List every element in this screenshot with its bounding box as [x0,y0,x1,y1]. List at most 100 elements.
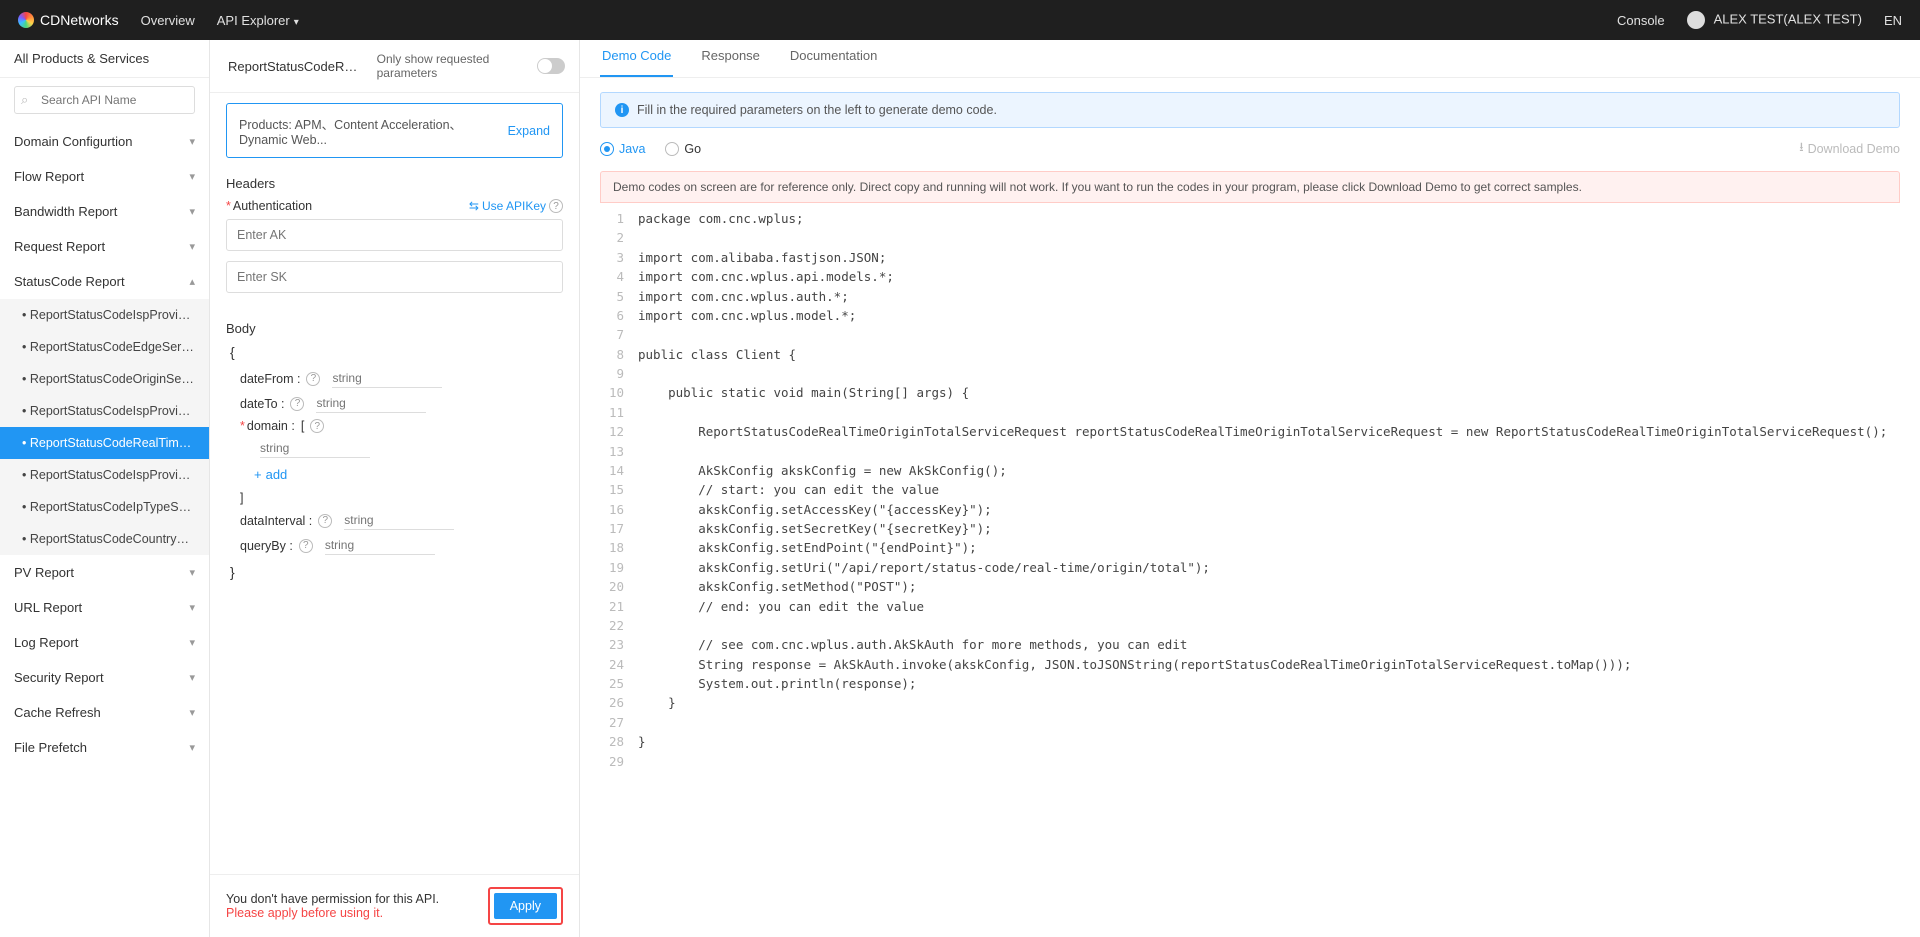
field-dateto: dateTo : ? [230,391,563,416]
field-domain: domain : [ ? [230,416,563,436]
nav-console[interactable]: Console [1617,13,1665,28]
code-editor[interactable]: 1package com.cnc.wplus;23import com.alib… [600,203,1900,791]
param-header: ReportStatusCodeRealTi... Only show requ… [210,40,579,93]
help-icon[interactable]: ? [299,539,313,553]
line-number: 25 [600,674,638,693]
user-menu[interactable]: ALEX TEST(ALEX TEST) [1687,11,1862,29]
help-icon[interactable]: ? [318,514,332,528]
tab-response[interactable]: Response [699,40,762,77]
search-icon: ⌕ [21,92,28,108]
sidebar-item[interactable]: • ReportStatusCodeEdgeServ... [0,331,209,363]
help-icon[interactable]: ? [290,397,304,411]
field-datefrom: dateFrom : ? [230,366,563,391]
code-line: // start: you can edit the value [638,480,939,499]
body-label: Body [226,321,563,336]
tab-documentation[interactable]: Documentation [788,40,879,77]
sidebar-group[interactable]: StatusCode Report▴ [0,264,209,299]
datefrom-input[interactable] [332,369,442,388]
code-line: akskConfig.setEndPoint("{endPoint}"); [638,538,977,557]
download-demo-link[interactable]: ⭳ Download Demo [1799,138,1900,159]
only-requested-label: Only show requested parameters [377,52,530,80]
nav-overview[interactable]: Overview [141,13,195,28]
chevron-icon: ▾ [189,566,195,579]
sidebar-group[interactable]: Log Report▾ [0,625,209,660]
line-number: 9 [600,364,638,383]
sidebar-item[interactable]: • ReportStatusCodeOriginSer... [0,363,209,395]
line-number: 23 [600,635,638,654]
bracket-close: ] [230,488,563,508]
code-line: akskConfig.setSecretKey("{secretKey}"); [638,519,992,538]
add-domain-link[interactable]: + add [254,467,563,482]
demo-warning-bar: Demo codes on screen are for reference o… [600,171,1900,203]
swap-icon: ⇆ [469,199,479,213]
search-input[interactable] [14,86,195,114]
sidebar-group[interactable]: Request Report▾ [0,229,209,264]
permission-warn: Please apply before using it. [226,906,383,920]
code-line: public static void main(String[] args) { [638,383,969,402]
sidebar-group[interactable]: URL Report▾ [0,590,209,625]
use-apikey-link[interactable]: ⇆ Use APIKey ? [469,199,563,213]
brand[interactable]: CDNetworks [18,12,119,28]
nav-api-explorer[interactable]: API Explorer [217,13,299,28]
sk-input[interactable] [226,261,563,293]
avatar-icon [1687,11,1705,29]
lang-switch[interactable]: EN [1884,13,1902,28]
queryby-input[interactable] [325,536,435,555]
dateto-input[interactable] [316,394,426,413]
info-icon: i [615,103,629,117]
sidebar-item[interactable]: • ReportStatusCodeIspProvin... [0,299,209,331]
code-line: public class Client { [638,345,796,364]
line-number: 17 [600,519,638,538]
download-icon: ⭳ [1799,138,1803,159]
code-line: // see com.cnc.wplus.auth.AkSkAuth for m… [638,635,1187,654]
api-name: ReportStatusCodeRealTi... [228,59,363,74]
help-icon[interactable]: ? [310,419,324,433]
ak-input[interactable] [226,219,563,251]
sidebar-item[interactable]: • ReportStatusCodeRealTime... [0,427,209,459]
plus-icon: + [254,467,262,482]
param-panel: ReportStatusCodeRealTi... Only show requ… [210,40,580,937]
line-number: 4 [600,267,638,286]
help-icon[interactable]: ? [306,372,320,386]
sidebar-group[interactable]: Flow Report▾ [0,159,209,194]
domain-item [244,436,563,461]
sidebar-item[interactable]: • ReportStatusCodeIspProvin... [0,395,209,427]
line-number: 19 [600,558,638,577]
chevron-icon: ▾ [189,135,195,148]
radio-go[interactable]: Go [665,142,701,156]
line-number: 12 [600,422,638,441]
sidebar-item[interactable]: • ReportStatusCodeCountryS... [0,523,209,555]
code-line: akskConfig.setAccessKey("{accessKey}"); [638,500,992,519]
code-line: AkSkConfig akskConfig = new AkSkConfig()… [638,461,1007,480]
help-icon[interactable]: ? [549,199,563,213]
code-line: String response = AkSkAuth.invoke(akskCo… [638,655,1631,674]
only-requested-wrap: Only show requested parameters [377,52,565,80]
sidebar-group[interactable]: PV Report▾ [0,555,209,590]
sidebar-group[interactable]: File Prefetch▾ [0,730,209,765]
code-line: // end: you can edit the value [638,597,924,616]
sidebar-group[interactable]: Security Report▾ [0,660,209,695]
chevron-icon: ▾ [189,671,195,684]
only-requested-toggle[interactable] [537,58,565,74]
apply-button[interactable]: Apply [488,887,563,925]
tab-demo-code[interactable]: Demo Code [600,40,673,77]
line-number: 3 [600,248,638,267]
products-text: Products: APM、Content Acceleration、Dynam… [239,114,508,147]
domain-input[interactable] [260,439,370,458]
datainterval-input[interactable] [344,511,454,530]
line-number: 10 [600,383,638,402]
radio-java[interactable]: Java [600,142,645,156]
brace-open: { [230,344,563,360]
line-number: 2 [600,228,638,247]
chevron-icon: ▾ [189,636,195,649]
sidebar-group[interactable]: Domain Configurtion▾ [0,124,209,159]
sidebar-item[interactable]: • ReportStatusCodeIspProvin... [0,459,209,491]
sidebar-group[interactable]: Cache Refresh▾ [0,695,209,730]
expand-link[interactable]: Expand [508,124,550,138]
sidebar-group[interactable]: Bandwidth Report▾ [0,194,209,229]
auth-label: Authentication [226,199,312,213]
sidebar-item[interactable]: • ReportStatusCodeIpTypeSe... [0,491,209,523]
line-number: 26 [600,693,638,712]
chevron-icon: ▾ [189,205,195,218]
permission-text: You don't have permission for this API. [226,892,439,906]
